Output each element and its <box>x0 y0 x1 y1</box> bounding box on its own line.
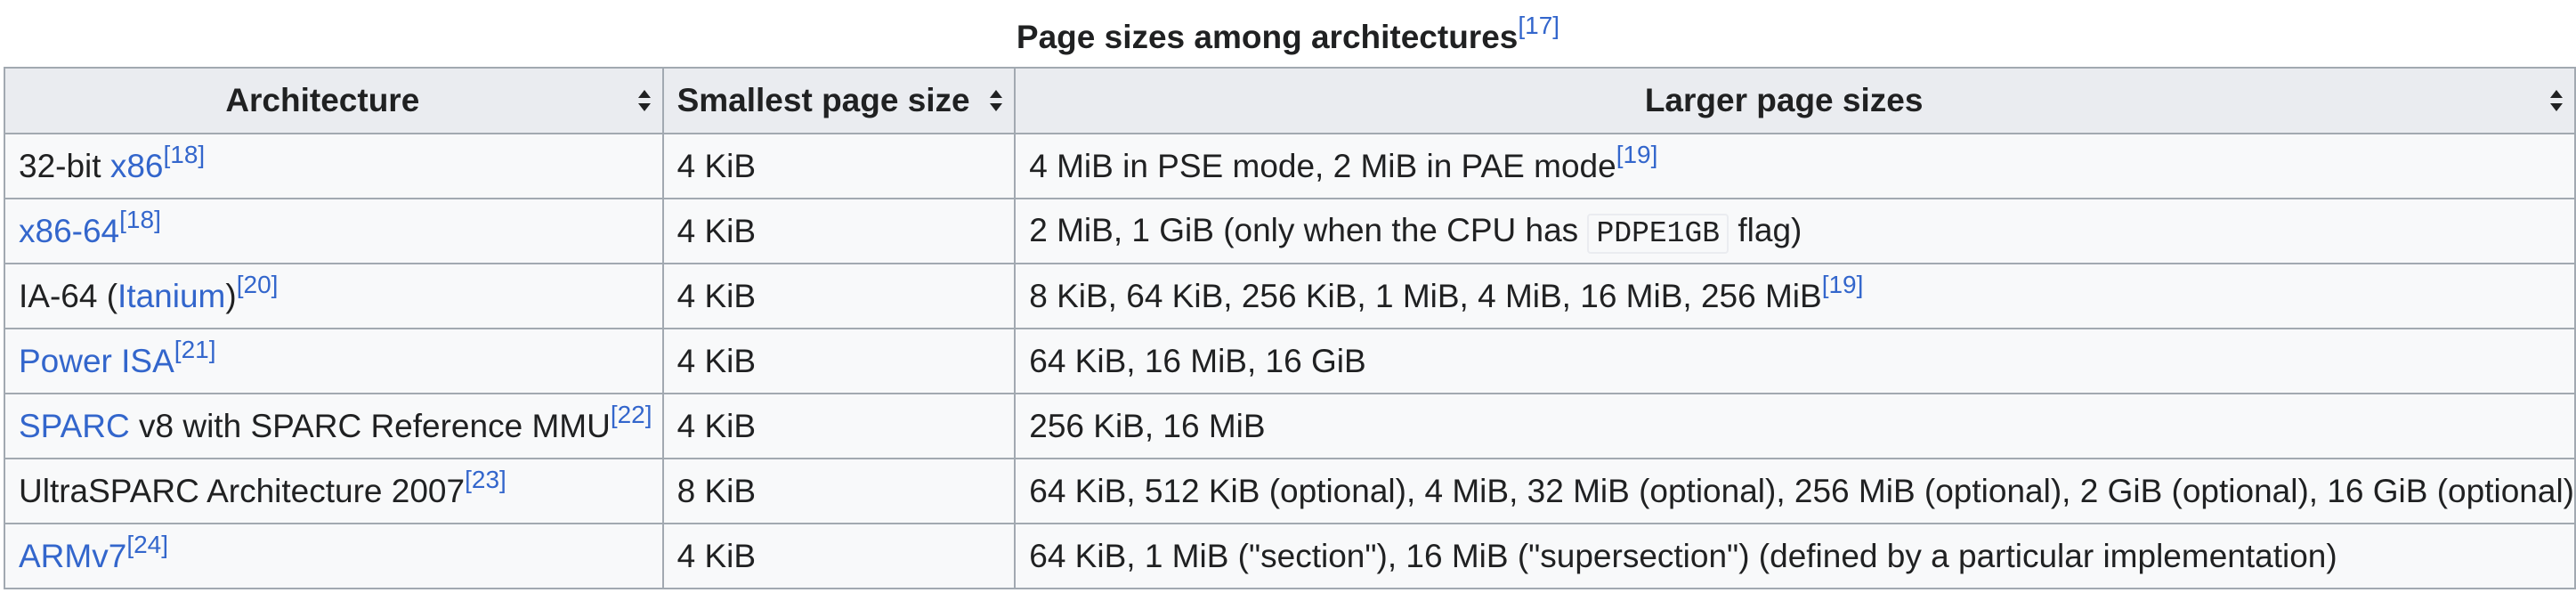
table-body: 32-bit x86[18] 4 KiB 4 MiB in PSE mode, … <box>4 133 2576 589</box>
architecture-cell: SPARC v8 with SPARC Reference MMU[22] <box>4 393 664 459</box>
table-row: 32-bit x86[18] 4 KiB 4 MiB in PSE mode, … <box>4 133 2576 199</box>
larger-page-sizes-text: flag) <box>1729 212 1802 248</box>
table-caption: Page sizes among architectures[17] <box>0 11 2576 64</box>
larger-page-sizes-cell: 64 KiB, 1 MiB ("section"), 16 MiB ("supe… <box>1014 523 2576 589</box>
column-header-label: Architecture <box>225 82 420 118</box>
architecture-link[interactable]: Power ISA <box>19 343 174 379</box>
architecture-cell: x86-64[18] <box>4 198 664 264</box>
sort-icon[interactable] <box>989 88 1003 113</box>
page: Page sizes among architectures[17] Archi… <box>0 0 2576 609</box>
citation-link[interactable]: [18] <box>164 141 206 168</box>
column-header-label: Larger page sizes <box>1644 82 1924 118</box>
architecture-text: 32-bit <box>19 147 110 184</box>
architecture-text: IA-64 ( <box>19 277 118 314</box>
column-header-label: Smallest page size <box>676 82 970 118</box>
smallest-page-size-cell: 4 KiB <box>661 523 1017 589</box>
larger-page-sizes-text: 4 MiB in PSE mode, 2 MiB in PAE mode <box>1029 147 1616 184</box>
cpu-flag-code: PDPE1GB <box>1587 214 1729 254</box>
architecture-link[interactable]: x86-64 <box>19 213 119 249</box>
architecture-text: v8 with SPARC Reference MMU <box>129 407 611 444</box>
header-row: Architecture Smallest page size Larger p… <box>4 67 2576 134</box>
architecture-link[interactable]: SPARC <box>19 408 130 444</box>
citation-link[interactable]: [23] <box>465 466 506 493</box>
architecture-cell: 32-bit x86[18] <box>4 133 664 199</box>
architecture-cell: UltraSPARC Architecture 2007[23] <box>4 458 664 524</box>
architecture-link[interactable]: ARMv7 <box>19 538 126 574</box>
column-header-larger-page-sizes[interactable]: Larger page sizes <box>1014 67 2576 134</box>
larger-page-sizes-cell: 256 KiB, 16 MiB <box>1014 393 2576 459</box>
citation-link[interactable]: [24] <box>126 531 168 558</box>
smallest-page-size-cell: 8 KiB <box>661 458 1017 524</box>
architecture-text: ) <box>225 277 237 314</box>
table-row: ARMv7[24] 4 KiB 64 KiB, 1 MiB ("section"… <box>4 523 2576 589</box>
architecture-link[interactable]: x86 <box>110 148 164 184</box>
sort-icon[interactable] <box>2549 88 2564 113</box>
sort-icon[interactable] <box>637 88 652 113</box>
architecture-cell: IA-64 (Itanium)[20] <box>4 263 664 329</box>
larger-page-sizes-cell: 64 KiB, 16 MiB, 16 GiB <box>1014 328 2576 394</box>
citation-link[interactable]: [21] <box>174 336 216 363</box>
smallest-page-size-cell: 4 KiB <box>661 263 1017 329</box>
architecture-text: UltraSPARC Architecture 2007 <box>19 472 466 509</box>
citation-link[interactable]: [19] <box>1616 141 1658 168</box>
larger-page-sizes-cell: 2 MiB, 1 GiB (only when the CPU has PDPE… <box>1014 198 2576 264</box>
citation-link[interactable]: [18] <box>119 206 161 233</box>
page-sizes-table: Architecture Smallest page size Larger p… <box>4 67 2576 589</box>
architecture-link[interactable]: Itanium <box>117 278 225 314</box>
caption-text: Page sizes among architectures <box>1016 19 1519 55</box>
citation-link[interactable]: [22] <box>611 401 652 428</box>
table-row: x86-64[18] 4 KiB 2 MiB, 1 GiB (only when… <box>4 198 2576 264</box>
smallest-page-size-cell: 4 KiB <box>661 393 1017 459</box>
larger-page-sizes-cell: 8 KiB, 64 KiB, 256 KiB, 1 MiB, 4 MiB, 16… <box>1014 263 2576 329</box>
table-row: SPARC v8 with SPARC Reference MMU[22] 4 … <box>4 393 2576 459</box>
caption-citation-link[interactable]: [17] <box>1518 12 1559 39</box>
larger-page-sizes-text: 8 KiB, 64 KiB, 256 KiB, 1 MiB, 4 MiB, 16… <box>1029 277 1822 314</box>
citation-link[interactable]: [19] <box>1822 271 1864 298</box>
table-row: Power ISA[21] 4 KiB 64 KiB, 16 MiB, 16 G… <box>4 328 2576 394</box>
table-row: IA-64 (Itanium)[20] 4 KiB 8 KiB, 64 KiB,… <box>4 263 2576 329</box>
architecture-cell: Power ISA[21] <box>4 328 664 394</box>
architecture-cell: ARMv7[24] <box>4 523 664 589</box>
larger-page-sizes-text: 2 MiB, 1 GiB (only when the CPU has <box>1029 212 1588 248</box>
column-header-smallest-page-size[interactable]: Smallest page size <box>661 67 1017 134</box>
table-row: UltraSPARC Architecture 2007[23] 8 KiB 6… <box>4 458 2576 524</box>
smallest-page-size-cell: 4 KiB <box>661 133 1017 199</box>
smallest-page-size-cell: 4 KiB <box>661 198 1017 264</box>
larger-page-sizes-cell: 4 MiB in PSE mode, 2 MiB in PAE mode[19] <box>1014 133 2576 199</box>
citation-link[interactable]: [20] <box>237 271 279 298</box>
larger-page-sizes-cell: 64 KiB, 512 KiB (optional), 4 MiB, 32 Mi… <box>1014 458 2576 524</box>
column-header-architecture[interactable]: Architecture <box>4 67 664 134</box>
smallest-page-size-cell: 4 KiB <box>661 328 1017 394</box>
